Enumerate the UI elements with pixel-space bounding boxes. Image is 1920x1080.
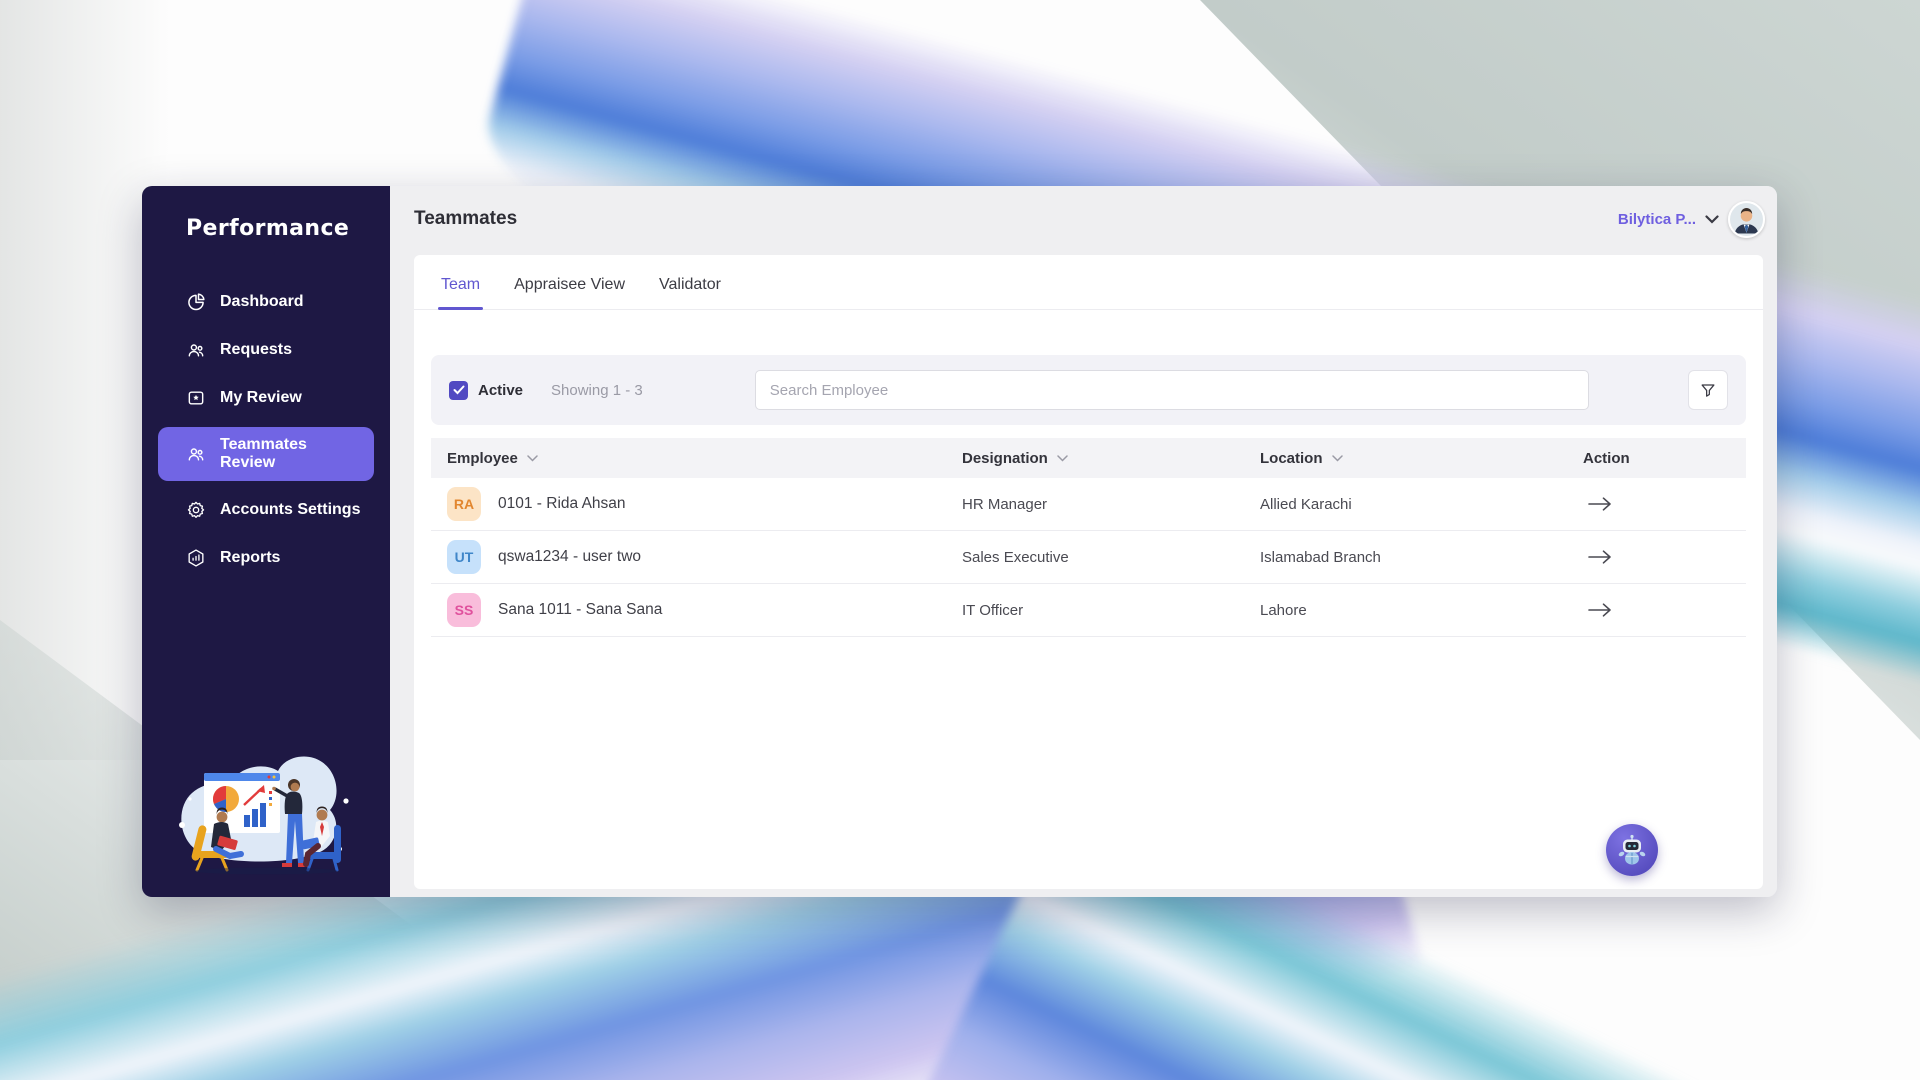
table-row: SS Sana 1011 - Sana Sana IT OfficerLahore (431, 584, 1746, 637)
tab-validator[interactable]: Validator (656, 255, 724, 309)
action-cell (1583, 598, 1746, 622)
sort-chevron-icon[interactable] (1057, 455, 1068, 462)
action-cell (1583, 545, 1746, 569)
content-card: Team Appraisee View Validator Active Showi… (414, 255, 1763, 889)
column-label: Designation (962, 450, 1048, 467)
table-body: RA 0101 - Rida Ahsan HR ManagerAllied Kara… (431, 478, 1746, 637)
sidebar-item-reports[interactable]: Reports (158, 539, 374, 577)
app-logo: Performance (142, 186, 390, 241)
avatar: SS (447, 593, 481, 627)
column-header-employee[interactable]: Employee (447, 450, 962, 467)
column-header-action: Action (1583, 450, 1746, 467)
showing-count-text: Showing 1 - 3 (551, 382, 643, 399)
sidebar-item-label: Teammates Review (220, 436, 364, 472)
column-label: Action (1583, 450, 1630, 467)
column-header-location[interactable]: Location (1260, 450, 1583, 467)
avatar: UT (447, 540, 481, 574)
employee-name: qswa1234 - user two (498, 548, 641, 566)
column-header-designation[interactable]: Designation (962, 450, 1260, 467)
designation-cell: HR Manager (962, 496, 1260, 513)
people-icon (186, 444, 206, 464)
sidebar-item-accounts-settings[interactable]: Accounts Settings (158, 491, 374, 529)
search-input[interactable] (755, 370, 1589, 410)
arrow-right-icon[interactable] (1583, 545, 1617, 569)
avatar: RA (447, 487, 481, 521)
robot-icon (1612, 830, 1652, 870)
sort-chevron-icon[interactable] (1332, 455, 1343, 462)
page-title: Teammates (414, 208, 517, 230)
gear-icon (186, 500, 206, 520)
chatbot-button[interactable] (1606, 824, 1658, 876)
active-checkbox-label[interactable]: Active (478, 382, 523, 399)
table-header-row: Employee Designation Location Action (431, 438, 1746, 478)
sort-chevron-icon[interactable] (527, 455, 538, 462)
sidebar-item-label: Reports (220, 549, 280, 567)
user-name[interactable]: Bilytica P... (1618, 211, 1696, 228)
sidebar-illustration (168, 751, 364, 885)
column-label: Location (1260, 450, 1323, 467)
employee-cell: RA 0101 - Rida Ahsan (447, 487, 962, 521)
reports-hexagon-icon (186, 548, 206, 568)
table-row: RA 0101 - Rida Ahsan HR ManagerAllied Kara… (431, 478, 1746, 531)
review-badge-icon (186, 388, 206, 408)
sidebar-item-label: Accounts Settings (220, 501, 360, 519)
user-menu[interactable]: Bilytica P... (1618, 201, 1765, 238)
arrow-right-icon[interactable] (1583, 492, 1617, 516)
table-row: UT qswa1234 - user two Sales ExecutiveIsla… (431, 531, 1746, 584)
sidebar-item-label: Dashboard (220, 293, 304, 311)
chevron-down-icon[interactable] (1705, 215, 1719, 224)
arrow-right-icon[interactable] (1583, 598, 1617, 622)
sidebar-item-label: Requests (220, 341, 292, 359)
table-toolbar: Active Showing 1 - 3 (431, 355, 1746, 425)
action-cell (1583, 492, 1746, 516)
sidebar-item-dashboard[interactable]: Dashboard (158, 283, 374, 321)
employee-name: 0101 - Rida Ahsan (498, 495, 626, 513)
sidebar-item-teammates-review[interactable]: Teammates Review (158, 427, 374, 481)
location-cell: Lahore (1260, 602, 1583, 619)
employee-cell: UT qswa1234 - user two (447, 540, 962, 574)
sidebar-item-label: My Review (220, 389, 302, 407)
employee-cell: SS Sana 1011 - Sana Sana (447, 593, 962, 627)
column-label: Employee (447, 450, 518, 467)
top-header: Teammates Bilytica P... (390, 186, 1777, 252)
sidebar-nav: Dashboard Requests My Review Teammates Revi… (142, 283, 390, 577)
active-checkbox[interactable] (449, 381, 468, 400)
employee-name: Sana 1011 - Sana Sana (498, 601, 662, 619)
team-panel: Active Showing 1 - 3 Employee Designation… (431, 355, 1746, 637)
designation-cell: Sales Executive (962, 549, 1260, 566)
tab-team[interactable]: Team (438, 255, 483, 309)
user-avatar[interactable] (1728, 201, 1765, 238)
filter-button[interactable] (1688, 370, 1728, 410)
tab-bar: Team Appraisee View Validator (414, 255, 1763, 310)
sidebar-item-requests[interactable]: Requests (158, 331, 374, 369)
location-cell: Allied Karachi (1260, 496, 1583, 513)
tab-appraisee-view[interactable]: Appraisee View (511, 255, 628, 309)
funnel-icon (1699, 381, 1717, 399)
location-cell: Islamabad Branch (1260, 549, 1583, 566)
main-area: Teammates Bilytica P... TeamAppraisee (390, 186, 1777, 897)
sidebar-item-my-review[interactable]: My Review (158, 379, 374, 417)
app-window: Performance Dashboard Requests My Review Te… (142, 186, 1777, 897)
people-icon (186, 340, 206, 360)
sidebar: Performance Dashboard Requests My Review Te… (142, 186, 390, 897)
pie-chart-icon (186, 292, 206, 312)
designation-cell: IT Officer (962, 602, 1260, 619)
